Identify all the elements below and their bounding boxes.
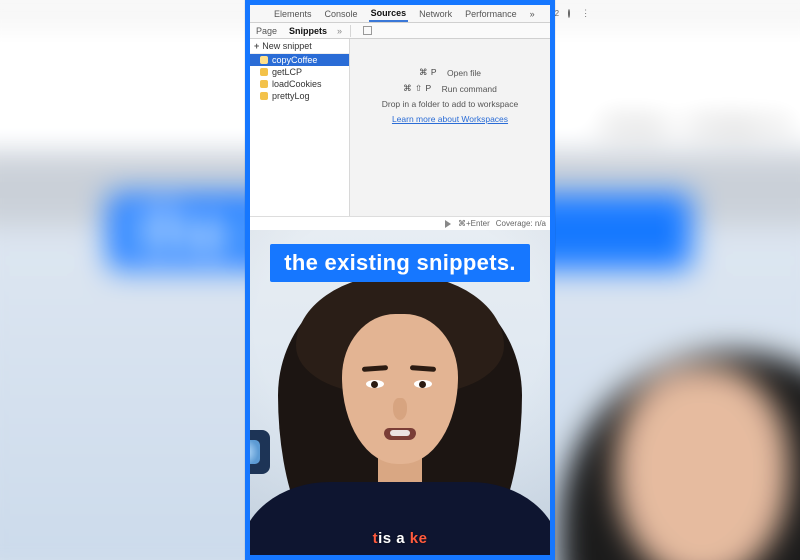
snippets-sidebar: + New snippet copyCoffee getLCP loadCook… [250, 39, 350, 216]
warning-count: 2 [555, 9, 559, 18]
learn-more-link[interactable]: Learn more about Workspaces [392, 114, 508, 124]
snippet-label: loadCookies [272, 79, 322, 89]
tab-console[interactable]: Console [323, 7, 360, 21]
bg-status-cov: Coverage: n/a [687, 116, 789, 135]
bg-status-run: ⌘+Enter [603, 116, 667, 135]
subtab-overflow[interactable]: » [337, 26, 342, 36]
tab-elements[interactable]: Elements [272, 7, 314, 21]
devtools-panel: Elements Console Sources Network Perform… [250, 5, 550, 230]
kebab-icon[interactable]: ⋮ [579, 8, 592, 19]
snippet-item[interactable]: getLCP [250, 66, 349, 78]
snippet-icon [260, 80, 268, 88]
subtab-page[interactable]: Page [254, 25, 279, 37]
kbd-cmd: ⌘ ⇧ P [403, 83, 432, 94]
subtab-snippets[interactable]: Snippets [287, 25, 329, 37]
sources-subtabs: Page Snippets » [250, 23, 550, 39]
snippet-item[interactable]: copyCoffee [250, 54, 349, 66]
snippet-item[interactable]: loadCookies [250, 78, 349, 90]
editor-pane-icon[interactable] [363, 26, 372, 35]
tab-overflow[interactable]: » [528, 7, 537, 21]
hint-cmd-label: Run command [442, 84, 497, 94]
new-snippet-button[interactable]: + New snippet [250, 39, 349, 54]
devtools-tabbar: Elements Console Sources Network Perform… [250, 5, 550, 23]
devtools-statusbar: ⌘+Enter Coverage: n/a [250, 216, 550, 230]
snippet-icon [260, 68, 268, 76]
snippet-label: getLCP [272, 67, 302, 77]
status-coverage: Coverage: n/a [496, 219, 546, 228]
tab-network[interactable]: Network [417, 7, 454, 21]
snippet-item[interactable]: prettyLog [250, 90, 349, 102]
new-snippet-label: New snippet [262, 41, 312, 51]
run-icon[interactable] [445, 220, 451, 228]
snippet-label: copyCoffee [272, 55, 317, 65]
snippet-icon [260, 56, 268, 64]
status-run: ⌘+Enter [458, 219, 490, 228]
tab-sources[interactable]: Sources [369, 6, 409, 22]
subtitle-caption: the existing snippets. [270, 244, 530, 282]
hint-open-label: Open file [447, 68, 481, 78]
snippet-icon [260, 92, 268, 100]
snippet-label: prettyLog [272, 91, 310, 101]
kbd-open: ⌘ P [419, 67, 437, 78]
plus-icon: + [254, 41, 259, 51]
video-frame: Elements Console Sources Network Perform… [245, 0, 555, 560]
hint-drop: Drop in a folder to add to workspace [382, 99, 519, 109]
shirt-text: tis a ke [250, 530, 550, 547]
editor-placeholder: ⌘ P Open file ⌘ ⇧ P Run command Drop in a … [350, 39, 550, 216]
tab-performance[interactable]: Performance [463, 7, 519, 21]
